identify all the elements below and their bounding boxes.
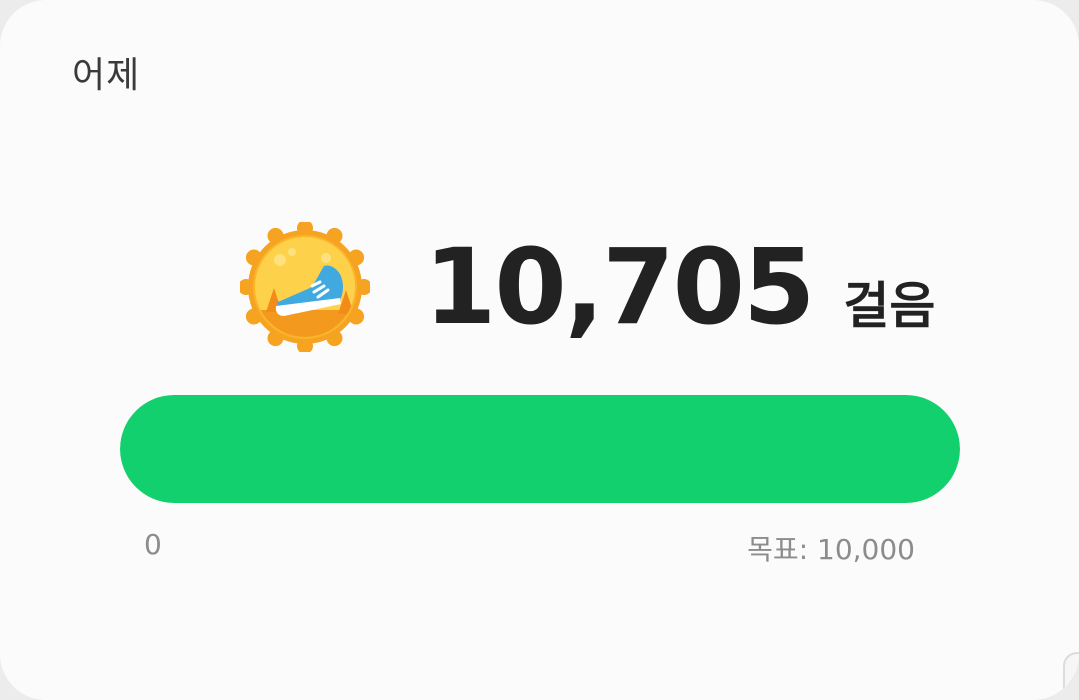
running-shoe-badge-icon (240, 222, 370, 352)
next-card-edge (1063, 652, 1079, 700)
steps-summary: 10,705 걸음 (240, 222, 935, 352)
card-title: 어제 (72, 55, 141, 96)
progress-min-label: 0 (144, 528, 162, 561)
steps-count: 10,705 (424, 226, 815, 348)
progress-goal-label: 목표: 10,000 (747, 533, 915, 566)
steps-progress-fill (120, 395, 960, 503)
steps-progress-bar (120, 395, 960, 503)
steps-unit-label: 걸음 (843, 277, 936, 335)
daily-steps-card[interactable]: 어제 10,705 걸음 0 목표: 10,000 (0, 0, 1079, 700)
